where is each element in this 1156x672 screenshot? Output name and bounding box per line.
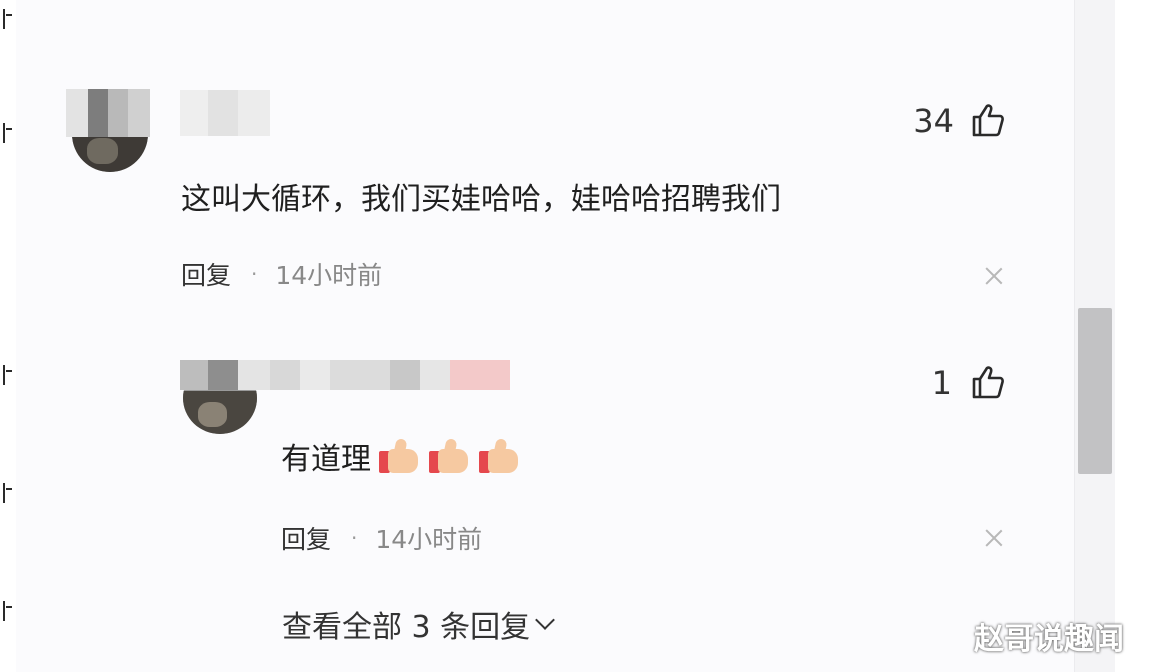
comment-text: 有道理 [281, 434, 521, 478]
comment-text: 这叫大循环，我们买娃哈哈，娃哈哈招聘我们 [181, 182, 781, 217]
reply-button[interactable]: 回复 [281, 520, 331, 556]
cropped-glyph [0, 598, 14, 624]
thumbs-up-emoji [427, 438, 471, 475]
thumbs-up-emoji [477, 438, 521, 475]
username-blur-mosaic [180, 90, 270, 136]
reply-button[interactable]: 回复 [181, 256, 231, 292]
watermark: 赵哥说趣闻 [974, 622, 1124, 657]
scrollbar-thumb[interactable] [1078, 308, 1112, 474]
close-icon[interactable] [984, 266, 1004, 286]
left-edge-cropped-text [0, 0, 16, 672]
cropped-glyph [0, 480, 14, 506]
view-all-replies-button[interactable]: 查看全部 3 条回复 [282, 602, 556, 646]
avatar-blur-mosaic [66, 89, 150, 137]
view-all-replies-label: 查看全部 3 条回复 [282, 610, 531, 645]
like-count: 34 [913, 102, 954, 140]
chevron-down-icon [535, 610, 556, 630]
thumbs-up-emoji [377, 438, 421, 475]
close-icon[interactable] [984, 528, 1004, 548]
thumbs-up-outline-icon[interactable] [970, 364, 1006, 400]
separator-dot: · [351, 526, 358, 550]
comment-meta: 回复 · 14小时前 [281, 520, 482, 556]
username-blur-mosaic [180, 360, 540, 390]
cropped-glyph [0, 362, 14, 388]
timestamp: 14小时前 [375, 525, 483, 554]
comment-meta: 回复 · 14小时前 [181, 256, 382, 292]
comment-body: 有道理 [281, 442, 371, 477]
thumbs-up-outline-icon[interactable] [970, 102, 1006, 138]
like-count: 1 [931, 364, 952, 402]
cropped-glyph [0, 6, 14, 32]
cropped-glyph [0, 120, 14, 146]
right-margin [1115, 0, 1156, 672]
separator-dot: · [251, 262, 258, 286]
timestamp: 14小时前 [275, 261, 383, 290]
comment-panel: 34 这叫大循环，我们买娃哈哈，娃哈哈招聘我们 回复 · 14小时前 1 有道理… [0, 0, 1156, 672]
